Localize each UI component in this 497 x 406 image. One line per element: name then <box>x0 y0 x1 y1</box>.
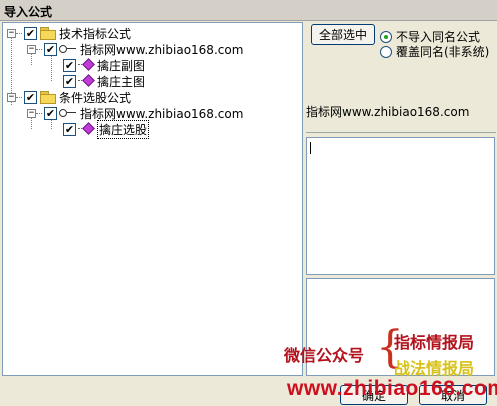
select-all-button[interactable]: 全部选中 <box>311 24 375 45</box>
window-title: 导入公式 <box>4 5 53 19</box>
option-label: 覆盖同名(非系统) <box>396 45 490 59</box>
key-icon <box>59 44 77 54</box>
tree-connector <box>36 48 42 50</box>
tree-node-label: 条件选股公式 <box>59 90 132 105</box>
tree-node-formula[interactable]: ✔ 擒庄主图 <box>61 73 145 89</box>
option-overwrite-same-name[interactable]: 覆盖同名(非系统) <box>380 43 489 60</box>
tree-node-stock-screen-formulas[interactable]: − ✔ 条件选股公式 <box>7 89 131 105</box>
tree-connector <box>36 112 42 114</box>
watermark-line1: 指标情报局 <box>394 333 475 352</box>
checkbox[interactable]: ✔ <box>63 74 76 88</box>
checkbox[interactable]: ✔ <box>44 106 57 120</box>
tree-node-label: 擒庄主图 <box>97 74 146 89</box>
tree-node-formula[interactable]: ✔ 擒庄选股 <box>61 119 150 139</box>
radio-button[interactable] <box>380 45 392 58</box>
tree-connector <box>16 32 22 34</box>
tree-node-label: 擒庄选股 <box>97 119 150 139</box>
tree-guide-line <box>51 53 52 81</box>
folder-icon <box>40 91 56 104</box>
tree-node-label: 擒庄副图 <box>97 58 146 73</box>
checkbox[interactable]: ✔ <box>24 90 37 104</box>
collapse-toggle[interactable]: − <box>7 92 16 102</box>
collapse-toggle[interactable]: − <box>27 108 36 118</box>
radio-button[interactable] <box>380 30 392 43</box>
tree-node-source-1[interactable]: − ✔ 指标网www.zhibiao168.com <box>27 41 243 57</box>
text-caret <box>310 142 311 154</box>
watermark-line2: 战法情报局 <box>394 359 475 378</box>
formula-tree[interactable]: − ✔ 技术指标公式 − ✔ 指标网www.zhibiao168.com ✔ 擒… <box>2 22 303 376</box>
formula-source-label: 指标网www.zhibiao168.com <box>306 103 496 133</box>
tree-node-label: 指标网www.zhibiao168.com <box>80 42 244 57</box>
formula-gem-icon <box>78 75 94 87</box>
checkbox[interactable]: ✔ <box>63 58 76 72</box>
tree-node-formula[interactable]: ✔ 擒庄副图 <box>61 57 145 73</box>
tree-node-indicator-formulas[interactable]: − ✔ 技术指标公式 <box>7 25 131 41</box>
checkbox[interactable]: ✔ <box>63 122 76 136</box>
watermark-url: www.zhibiao168.com <box>287 377 497 400</box>
collapse-toggle[interactable]: − <box>7 28 16 38</box>
folder-icon <box>40 27 56 40</box>
watermark-wechat-label: 微信公众号 <box>284 346 365 365</box>
tree-node-label: 技术指标公式 <box>59 26 132 41</box>
collapse-toggle[interactable]: − <box>27 44 36 54</box>
checkbox[interactable]: ✔ <box>24 26 37 40</box>
tree-connector <box>16 96 22 98</box>
formula-gem-icon <box>78 123 94 135</box>
formula-gem-icon <box>78 59 94 71</box>
title-bar: 导入公式 <box>0 0 497 21</box>
description-textarea[interactable] <box>306 137 495 275</box>
checkbox[interactable]: ✔ <box>44 42 57 56</box>
key-icon <box>59 108 77 118</box>
